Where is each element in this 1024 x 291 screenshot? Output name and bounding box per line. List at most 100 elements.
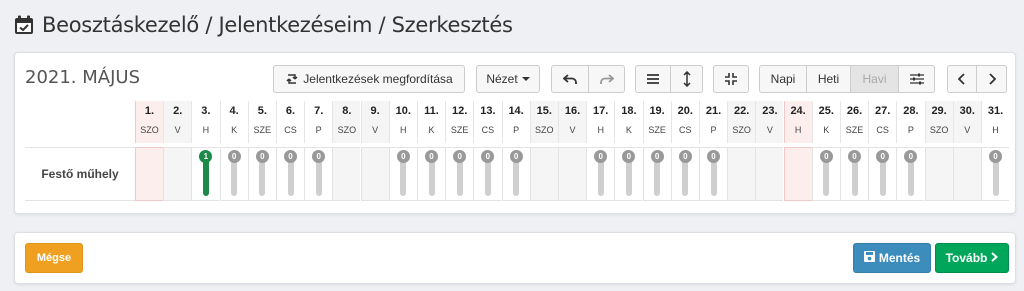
view-dropdown-label: Nézet [486,72,518,86]
day-header: 16. V [558,101,586,143]
slot-count-badge: 0 [255,150,269,163]
day-cell[interactable]: 0 [896,147,925,201]
day-cell[interactable]: 0 [417,147,445,201]
day-name: P [710,125,717,135]
day-cell [924,147,953,201]
chevron-right-icon [988,73,996,85]
day-header: 8. SZO [332,101,361,143]
action-card: Mégse Mentés Tovább [14,232,1016,284]
day-name: SZO [929,125,949,135]
day-cell[interactable]: 0 [670,147,699,201]
sliders-icon [909,73,924,85]
page-header: Beosztáskezelő / Jelentkezéseim / Szerke… [14,10,513,40]
day-cell[interactable]: 0 [219,147,248,201]
day-column: 1. SZO [135,101,163,201]
day-column: 13. CS 0 [473,101,502,201]
redo-button[interactable] [589,65,625,93]
day-cell [558,147,586,201]
day-header: 29. SZO [924,101,953,143]
next-month-button[interactable] [977,65,1007,93]
day-name: P [907,125,914,135]
expand-vertical-button[interactable] [671,65,703,93]
day-cell[interactable]: 0 [445,147,474,201]
undo-button[interactable] [551,65,589,93]
day-cell[interactable]: 0 [304,147,333,201]
day-column: 3. H 1 [191,101,220,201]
slot-count-badge: 0 [848,150,861,163]
day-number: 22. [734,105,750,117]
day-name: V [964,125,971,135]
day-header: 28. P [896,101,924,143]
day-name: CS [876,125,889,135]
week-view-button[interactable]: Heti [807,65,851,93]
day-cell[interactable]: 0 [247,147,276,201]
day-number: 7. [314,105,324,117]
day-view-label: Napi [770,72,796,86]
slot-count-badge: 0 [509,150,523,163]
day-number: 26. [846,105,863,117]
day-cell[interactable]: 1 [191,147,220,201]
day-column: 16. V [558,101,586,201]
day-cell[interactable]: 0 [840,147,868,201]
schedule-card: 2021. MÁJUS Jelentkezések megfordítása N… [14,52,1016,214]
day-name: H [992,125,999,135]
day-name: V [569,125,576,135]
day-name: V [174,125,181,135]
day-cell[interactable]: 0 [276,147,304,201]
day-name: V [372,125,379,135]
day-column: 17. H 0 [586,101,615,201]
day-number: 5. [257,105,267,117]
day-cell[interactable]: 0 [388,147,417,201]
day-cell[interactable]: 0 [642,147,671,201]
day-header: 31. H [981,101,1009,143]
day-header: 24. H [783,101,812,143]
day-column: 4. K 0 [219,101,248,201]
day-header: 21. P [699,101,727,143]
redo-icon [599,73,614,85]
day-number: 21. [705,105,722,117]
day-column: 14. P 0 [501,101,530,201]
list-icon [647,74,659,84]
day-number: 24. [790,105,806,117]
day-number: 12. [452,105,468,117]
day-header: 10. H [388,101,417,143]
day-name: H [597,125,604,135]
retweet-icon [285,73,299,85]
day-number: 11. [424,105,439,117]
day-header: 22. SZO [727,101,756,143]
day-view-button[interactable]: Napi [759,65,807,93]
view-dropdown[interactable]: Nézet [476,65,540,93]
day-name: K [625,125,632,135]
day-number: 17. [593,105,609,117]
settings-button[interactable] [899,65,935,93]
day-name: SZE [648,125,666,135]
day-cell[interactable]: 0 [586,147,615,201]
day-name: SZO [732,125,751,135]
invert-selection-button[interactable]: Jelentkezések megfordítása [273,65,465,93]
list-view-button[interactable] [635,65,671,93]
day-cell[interactable]: 0 [699,147,727,201]
day-cell [727,147,756,201]
month-label: 2021. MÁJUS [25,67,141,88]
day-cell[interactable]: 0 [811,147,840,201]
prev-month-button[interactable] [947,65,977,93]
cancel-button[interactable]: Mégse [25,243,83,273]
day-column: 2. V [163,101,192,201]
day-name: H [400,125,407,135]
day-header: 19. SZE [642,101,671,143]
next-button[interactable]: Tovább [935,243,1009,273]
day-cell[interactable]: 0 [868,147,897,201]
day-cell[interactable]: 0 [614,147,643,201]
save-button[interactable]: Mentés [853,243,931,273]
slot-count-badge: 0 [678,150,692,163]
compress-button[interactable] [713,65,749,93]
day-cell[interactable]: 0 [473,147,502,201]
day-cell[interactable]: 0 [981,147,1009,201]
caret-down-icon [521,76,530,82]
day-name: SZE [845,125,864,135]
day-column: 24. H [783,101,812,201]
day-column: 21. P 0 [699,101,727,201]
day-cell[interactable]: 0 [501,147,530,201]
day-name: SZE [253,125,272,135]
month-view-button[interactable]: Havi [851,65,899,93]
